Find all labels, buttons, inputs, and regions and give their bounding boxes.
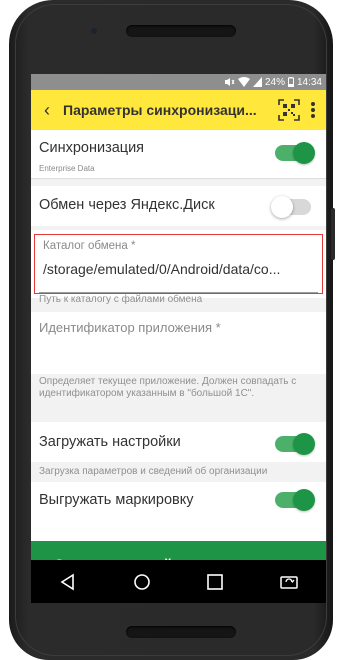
clock: 14:34 <box>296 76 322 88</box>
more-menu-button[interactable] <box>308 102 318 118</box>
catalog-hint: Путь к каталогу с файлами обмена <box>39 294 203 305</box>
sync-row: Синхронизация Enterprise Data <box>31 130 326 178</box>
circle-home-icon <box>133 573 150 590</box>
bottom-speaker <box>126 626 236 638</box>
sync-subtitle: Enterprise Data <box>39 164 95 173</box>
mute-icon <box>224 78 235 86</box>
side-button[interactable] <box>331 208 335 260</box>
sync-label: Синхронизация <box>39 140 145 156</box>
catalog-underline <box>39 292 318 293</box>
unload-marking-toggle[interactable] <box>275 489 315 511</box>
nav-home-button[interactable] <box>128 568 156 596</box>
catalog-value[interactable]: /storage/emulated/0/Android/data/co... <box>43 261 319 277</box>
front-camera <box>91 28 97 34</box>
chevron-left-icon: ‹ <box>44 99 50 120</box>
nav-back-button[interactable] <box>54 568 82 596</box>
nav-rotate-button[interactable] <box>275 568 303 596</box>
triangle-back-icon <box>60 573 74 590</box>
qr-scan-icon[interactable] <box>278 99 300 121</box>
battery-icon <box>287 77 294 87</box>
rotate-screen-icon <box>280 575 298 589</box>
battery-percent: 24% <box>264 76 285 88</box>
nav-recents-button[interactable] <box>201 568 229 596</box>
square-recents-icon <box>207 573 224 590</box>
load-settings-toggle[interactable] <box>275 433 315 455</box>
load-settings-hint: Загрузка параметров и сведений об органи… <box>39 466 268 477</box>
catalog-field[interactable]: Каталог обмена * /storage/emulated/0/And… <box>34 234 323 294</box>
load-settings-label: Загружать настройки <box>39 434 181 450</box>
yadisk-toggle[interactable] <box>271 196 311 218</box>
catalog-label: Каталог обмена * <box>43 240 136 252</box>
screen: 24% 14:34 ‹ Параметры синхронизаци... Си… <box>31 74 326 603</box>
load-settings-row: Загружать настройки <box>31 422 326 462</box>
page-title: Параметры синхронизаци... <box>63 102 257 118</box>
app-id-label: Идентификатор приложения * <box>39 320 221 335</box>
more-vert-icon <box>311 102 315 106</box>
yadisk-label: Обмен через Яндекс.Диск <box>39 197 215 213</box>
unload-marking-row: Выгружать маркировку <box>31 482 326 541</box>
app-bar: ‹ Параметры синхронизаци... <box>31 90 326 130</box>
back-button[interactable]: ‹ <box>31 100 63 121</box>
earpiece <box>126 25 236 37</box>
yadisk-row: Обмен через Яндекс.Диск <box>31 186 326 226</box>
app-id-hint: Определяет текущее приложение. Должен со… <box>39 376 297 399</box>
divider <box>31 178 326 179</box>
signal-icon <box>252 77 262 87</box>
settings-list: Синхронизация Enterprise Data Обмен чере… <box>31 130 326 541</box>
wifi-icon <box>237 77 250 87</box>
sync-toggle[interactable] <box>275 142 315 164</box>
android-nav-bar <box>31 560 326 603</box>
unload-marking-label: Выгружать маркировку <box>39 492 194 508</box>
app-id-row[interactable]: Идентификатор приложения * <box>31 312 326 374</box>
status-bar: 24% 14:34 <box>31 74 326 90</box>
